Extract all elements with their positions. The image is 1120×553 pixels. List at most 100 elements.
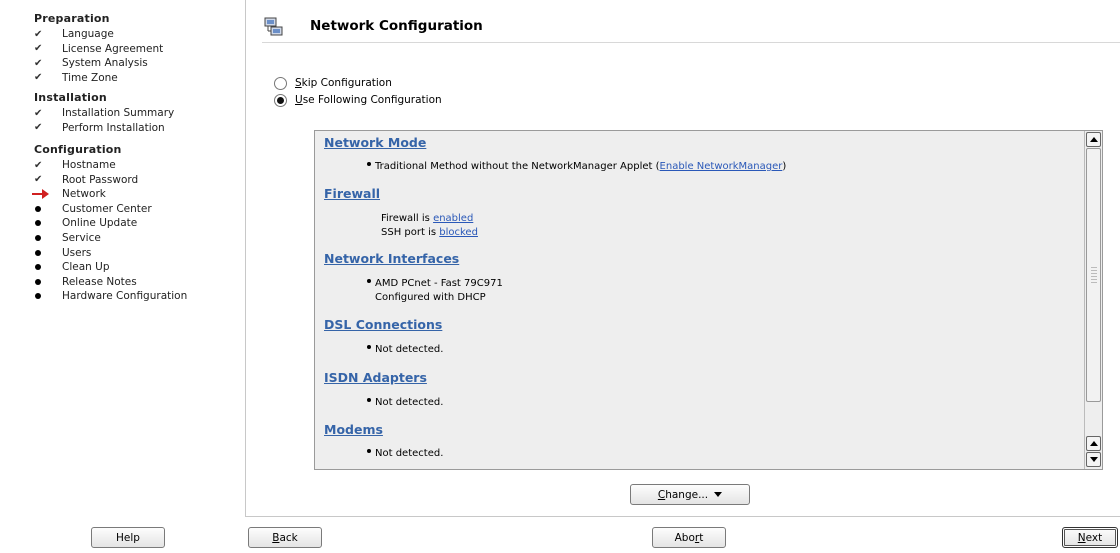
step-time-zone: ✔ Time Zone xyxy=(34,71,118,85)
firewall-status: Firewall is enabled xyxy=(381,213,474,224)
step-customer-center: Customer Center xyxy=(34,202,152,216)
skip-configuration-option[interactable]: Skip Configuration xyxy=(274,75,392,91)
overview-content: Network Mode Traditional Method without … xyxy=(315,131,1085,469)
help-button[interactable]: Help xyxy=(91,527,165,548)
bullet-icon xyxy=(35,293,41,300)
step-label: Root Password xyxy=(62,173,139,186)
bullet-icon xyxy=(367,398,371,402)
checkmark-icon: ✔ xyxy=(34,43,43,55)
isdn-adapters-heading[interactable]: ISDN Adapters xyxy=(324,370,427,385)
page-title: Network Configuration xyxy=(310,18,483,34)
interface-config: Configured with DHCP xyxy=(375,292,486,303)
bullet-icon xyxy=(367,345,371,349)
interface-item: AMD PCnet - Fast 79C971 xyxy=(367,278,503,289)
bullet-icon xyxy=(367,279,371,283)
configuration-overview: Network Mode Traditional Method without … xyxy=(314,130,1103,470)
section-heading-configuration: Configuration xyxy=(34,143,122,156)
step-label: Language xyxy=(62,28,114,40)
step-label: Hostname xyxy=(62,159,116,171)
bullet-icon xyxy=(35,220,41,227)
bullet-icon xyxy=(35,249,41,256)
modems-heading[interactable]: Modems xyxy=(324,422,383,437)
ssh-port-blocked-link[interactable]: blocked xyxy=(439,227,478,238)
step-label: Customer Center xyxy=(62,202,152,215)
change-button[interactable]: Change... xyxy=(630,484,750,505)
title-bar: Network Configuration xyxy=(262,15,1120,43)
overview-scrollbar[interactable] xyxy=(1084,131,1102,469)
dropdown-arrow-icon xyxy=(714,492,723,497)
step-hardware-configuration: Hardware Configuration xyxy=(34,289,187,303)
main-panel: Network Configuration Skip Configuration… xyxy=(245,0,1120,517)
enable-networkmanager-link[interactable]: Enable NetworkManager xyxy=(660,161,783,172)
arrow-up-icon xyxy=(1089,441,1098,446)
firewall-enabled-link[interactable]: enabled xyxy=(433,213,473,224)
step-label: Network xyxy=(62,188,106,201)
scrollbar-thumb[interactable] xyxy=(1086,148,1101,402)
skip-configuration-label: Skip Configuration xyxy=(295,77,392,89)
modems-item: Not detected. xyxy=(367,448,443,459)
checkmark-icon: ✔ xyxy=(34,174,43,186)
bullet-icon xyxy=(35,264,41,271)
step-label: Time Zone xyxy=(62,71,118,84)
bullet-icon xyxy=(367,449,371,453)
arrow-down-icon xyxy=(1089,457,1098,462)
ssh-port-status: SSH port is blocked xyxy=(381,227,478,238)
step-label: Installation Summary xyxy=(62,107,175,119)
step-hostname: ✔ Hostname xyxy=(34,158,116,172)
arrow-up-icon xyxy=(1089,137,1098,142)
scroll-up-button-lower[interactable] xyxy=(1086,436,1101,451)
grip-icon xyxy=(1091,267,1097,283)
next-button[interactable]: Next xyxy=(1062,527,1118,548)
step-installation-summary: ✔ Installation Summary xyxy=(34,106,174,120)
bullet-icon xyxy=(35,235,41,241)
network-interfaces-heading[interactable]: Network Interfaces xyxy=(324,251,459,266)
isdn-item: Not detected. xyxy=(367,397,443,408)
checkmark-icon: ✔ xyxy=(34,57,43,69)
dsl-connections-heading[interactable]: DSL Connections xyxy=(324,317,442,332)
skip-configuration-radio[interactable] xyxy=(274,76,287,90)
section-heading-preparation: Preparation xyxy=(34,12,110,25)
checkmark-icon: ✔ xyxy=(34,122,43,134)
step-language: ✔ Language xyxy=(34,27,114,41)
step-label: Online Update xyxy=(62,217,138,230)
scroll-up-button[interactable] xyxy=(1086,132,1101,147)
network-icon xyxy=(264,17,283,36)
bullet-icon xyxy=(35,205,41,212)
dsl-item: Not detected. xyxy=(367,344,443,355)
step-perform-installation: ✔ Perform Installation xyxy=(34,121,165,135)
bullet-icon xyxy=(35,278,41,285)
step-label: License Agreement xyxy=(62,42,164,55)
checkmark-icon: ✔ xyxy=(34,72,43,84)
section-heading-installation: Installation xyxy=(34,91,107,104)
step-clean-up: Clean Up xyxy=(34,260,110,274)
step-users: Users xyxy=(34,246,91,260)
step-release-notes: Release Notes xyxy=(34,275,137,289)
step-root-password: ✔ Root Password xyxy=(34,173,138,187)
current-step-arrow-icon xyxy=(32,189,50,200)
network-mode-heading[interactable]: Network Mode xyxy=(324,135,426,150)
step-network: Network xyxy=(32,187,106,201)
step-online-update: Online Update xyxy=(34,216,137,230)
use-following-configuration-option[interactable]: Use Following Configuration xyxy=(274,92,442,108)
network-mode-item: Traditional Method without the NetworkMa… xyxy=(367,161,786,172)
step-service: Service xyxy=(34,231,101,245)
bullet-icon xyxy=(367,162,371,166)
abort-button[interactable]: Abo r t xyxy=(652,527,726,548)
step-label: Clean Up xyxy=(62,261,110,274)
steps-sidebar: Preparation ✔ Language ✔ License Agreement ✔ S… xyxy=(0,0,234,520)
step-label: Hardware Configuration xyxy=(62,290,188,303)
step-system-analysis: ✔ System Analysis xyxy=(34,56,148,70)
step-label: Perform Installation xyxy=(62,121,165,134)
step-label: System Analysis xyxy=(62,57,148,70)
step-label: Release Notes xyxy=(62,275,137,288)
checkmark-icon: ✔ xyxy=(34,107,43,119)
use-following-configuration-label: Use Following Configuration xyxy=(295,94,442,106)
back-button[interactable]: Back xyxy=(248,527,322,548)
step-label: Service xyxy=(62,232,101,244)
checkmark-icon: ✔ xyxy=(34,159,43,171)
step-label: Users xyxy=(62,246,92,259)
firewall-heading[interactable]: Firewall xyxy=(324,186,380,201)
step-license-agreement: ✔ License Agreement xyxy=(34,42,163,56)
scroll-down-button[interactable] xyxy=(1086,452,1101,467)
use-following-configuration-radio[interactable] xyxy=(274,93,287,107)
